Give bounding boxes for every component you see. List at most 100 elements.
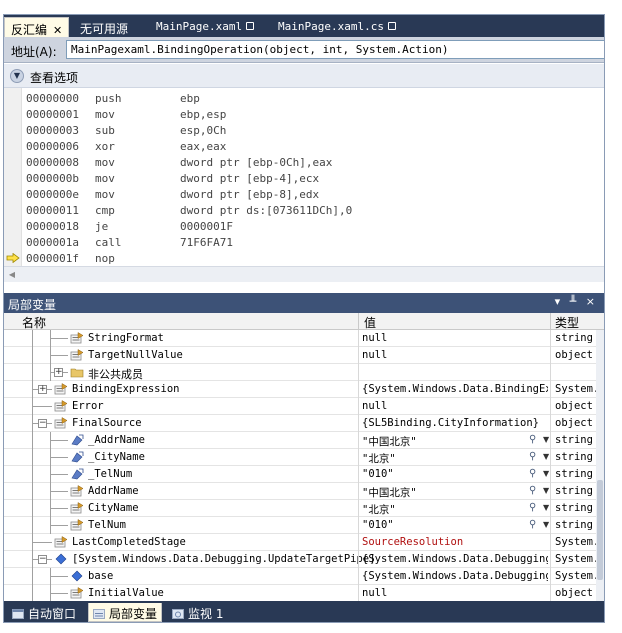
disassembly-line[interactable]: 00000011 cmp dword ptr ds:[073611DCh],0 — [4, 202, 604, 218]
variable-value[interactable]: "北京" — [362, 502, 548, 517]
visualizer-dropdown-icon[interactable]: ▼ — [543, 520, 549, 529]
visualizer-dropdown-icon[interactable]: ▼ — [543, 469, 549, 478]
locals-row[interactable]: AddrName "中国北京" ⚲ ▼ string — [4, 483, 596, 500]
locals-row[interactable]: StringFormat null string — [4, 330, 596, 347]
locals-row[interactable]: + BindingExpression {System.Windows.Data.B… — [4, 381, 597, 398]
variable-value[interactable]: "北京" — [362, 451, 548, 466]
visualizer-dropdown-icon[interactable]: ▼ — [543, 435, 549, 444]
collapse-icon[interactable]: − — [38, 555, 47, 564]
column-divider — [358, 483, 359, 500]
variable-name: AddrName — [88, 485, 139, 497]
base-class-icon — [55, 553, 67, 565]
chevron-down-icon[interactable]: ▼ — [10, 69, 24, 83]
tab-label: 反汇编 — [11, 23, 48, 37]
variable-value[interactable]: {System.Windows.Data.Debugging. — [362, 570, 548, 582]
disassembly-line[interactable]: 00000003 sub esp,0Ch — [4, 122, 604, 138]
close-icon[interactable]: ✕ — [53, 24, 62, 37]
variable-name: [System.Windows.Data.Debugging.UpdateTar… — [72, 553, 376, 565]
view-options-bar[interactable]: ▼ 查看选项 — [4, 64, 604, 88]
locals-row[interactable]: − FinalSource {SL5Binding.CityInformation}… — [4, 415, 596, 432]
variable-value[interactable]: SourceResolution — [362, 536, 548, 548]
locals-row[interactable]: _CityName "北京" ⚲ ▼ string — [4, 449, 596, 466]
tab-disassembly[interactable]: 反汇编 ✕ — [4, 17, 70, 37]
column-divider[interactable] — [550, 313, 551, 330]
variable-value[interactable]: null — [362, 332, 548, 344]
visualizer-magnifier-icon[interactable]: ⚲ — [529, 434, 536, 445]
variable-value[interactable]: {SL5Binding.CityInformation} — [362, 417, 548, 429]
scroll-left-icon[interactable]: ◀ — [6, 269, 18, 281]
column-divider[interactable] — [358, 313, 359, 330]
column-header-type[interactable]: 类型 — [555, 314, 579, 331]
locals-row[interactable]: TelNum "010" ⚲ ▼ string — [4, 517, 596, 534]
variable-type: string — [555, 332, 593, 344]
current-instruction-arrow-icon — [6, 253, 20, 263]
variable-value[interactable]: null — [362, 400, 548, 412]
visualizer-dropdown-icon[interactable]: ▼ — [543, 486, 549, 495]
locals-row[interactable]: _TelNum "010" ⚲ ▼ string — [4, 466, 596, 483]
locals-row[interactable]: InitialValue null object — [4, 585, 596, 601]
disassembly-line[interactable]: 0000000b mov dword ptr [ebp-4],ecx — [4, 170, 604, 186]
scrollbar-thumb[interactable] — [597, 480, 603, 580]
variable-value[interactable]: null — [362, 587, 548, 599]
disassembly-line[interactable]: 0000001f nop — [4, 250, 604, 266]
tab-watch-1[interactable]: 监视 1 — [168, 603, 227, 622]
locals-row[interactable]: TargetNullValue null object — [4, 347, 596, 364]
property-icon — [70, 502, 84, 514]
disassembly-line[interactable]: 0000001a call 71F6FA71 — [4, 234, 604, 250]
disassembly-line[interactable]: 00000018 je 0000001F — [4, 218, 604, 234]
visualizer-magnifier-icon[interactable]: ⚲ — [529, 502, 536, 513]
horizontal-scrollbar[interactable]: ◀ — [4, 266, 604, 282]
locals-row[interactable]: − [System.Windows.Data.Debugging.UpdateTa… — [4, 551, 597, 568]
locals-row[interactable]: + 非公共成员 — [4, 364, 596, 381]
tab-label: 监视 1 — [188, 607, 224, 621]
disassembly-line[interactable]: 0000000e mov dword ptr [ebp-8],edx — [4, 186, 604, 202]
variable-value[interactable]: "中国北京" — [362, 485, 548, 500]
tab-mainpage-xaml[interactable]: MainPage.xaml — [150, 17, 260, 37]
visualizer-magnifier-icon[interactable]: ⚲ — [529, 468, 536, 479]
variable-value[interactable]: "中国北京" — [362, 434, 548, 449]
visualizer-magnifier-icon[interactable]: ⚲ — [529, 485, 536, 496]
disassembly-line[interactable]: 00000008 mov dword ptr [ebp-0Ch],eax — [4, 154, 604, 170]
disassembly-view[interactable]: 00000000 push ebp 00000001 mov ebp,esp 0000000… — [4, 88, 604, 284]
variable-value[interactable]: {System.Windows.Data.Debugging. — [362, 553, 548, 565]
variable-value[interactable]: "010" — [362, 519, 548, 531]
tree-guide-line — [32, 347, 33, 364]
locals-row[interactable]: CityName "北京" ⚲ ▼ string — [4, 500, 596, 517]
disassembly-line[interactable]: 00000001 mov ebp,esp — [4, 106, 604, 122]
expand-icon[interactable]: + — [38, 385, 47, 394]
tab-mainpage-xaml-cs[interactable]: MainPage.xaml.cs — [272, 17, 402, 37]
locals-row[interactable]: LastCompletedStage SourceResolution System… — [4, 534, 597, 551]
disassembly-line[interactable]: 00000000 push ebp — [4, 90, 604, 106]
tab-no-source[interactable]: 无可用源 — [74, 17, 134, 37]
address-input[interactable]: MainPagexaml.BindingOperation(object, in… — [66, 40, 604, 59]
locals-row[interactable]: base {System.Windows.Data.Debugging. Syste… — [4, 568, 597, 585]
asm-arg: ebp — [180, 92, 200, 105]
vertical-scrollbar[interactable] — [596, 330, 604, 601]
asm-op: xor — [95, 140, 115, 153]
disassembly-line[interactable]: 00000006 xor eax,eax — [4, 138, 604, 154]
tree-guide-line — [32, 585, 33, 601]
variable-value[interactable]: {System.Windows.Data.BindingExp — [362, 383, 548, 395]
collapse-icon[interactable]: − — [38, 419, 47, 428]
column-header-value[interactable]: 值 — [364, 314, 376, 331]
visualizer-magnifier-icon[interactable]: ⚲ — [529, 451, 536, 462]
tab-locals[interactable]: 局部变量 — [88, 603, 163, 622]
tab-autos[interactable]: 自动窗口 — [8, 603, 80, 622]
tree-guide-line — [32, 406, 52, 407]
locals-row[interactable]: _AddrName "中国北京" ⚲ ▼ string — [4, 432, 596, 449]
column-divider — [358, 432, 359, 449]
expand-icon[interactable]: + — [54, 368, 63, 377]
panel-controls[interactable]: ▾ ╨ × — [555, 295, 598, 308]
locals-row[interactable]: Error null object — [4, 398, 596, 415]
variable-value[interactable]: null — [362, 349, 548, 361]
column-header-name[interactable]: 名称 — [22, 314, 46, 331]
visualizer-dropdown-icon[interactable]: ▼ — [543, 503, 549, 512]
variable-name: _AddrName — [88, 434, 145, 446]
tree-guide-line — [50, 576, 68, 577]
asm-addr: 00000018 — [26, 220, 79, 233]
visualizer-dropdown-icon[interactable]: ▼ — [543, 452, 549, 461]
variable-value[interactable]: "010" — [362, 468, 548, 480]
visualizer-magnifier-icon[interactable]: ⚲ — [529, 519, 536, 530]
variable-name: LastCompletedStage — [72, 536, 186, 548]
column-divider — [550, 347, 551, 364]
